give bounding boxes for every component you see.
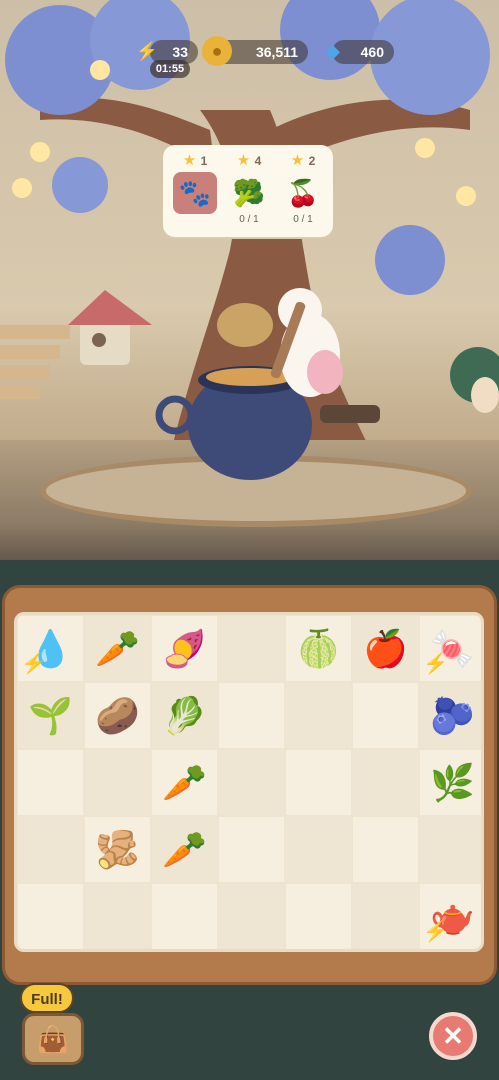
- storage-bag-button[interactable]: 👜: [22, 1013, 84, 1065]
- board-cell[interactable]: [151, 883, 218, 949]
- daikon-icon[interactable]: 🥬: [151, 682, 218, 749]
- parsnip-icon[interactable]: 🥕: [151, 749, 218, 816]
- star-icon: ★: [236, 152, 251, 169]
- sprout-bulb-icon[interactable]: 🌿: [419, 749, 481, 816]
- gem-icon[interactable]: ◆: [318, 36, 348, 66]
- board-cell[interactable]: [218, 883, 285, 949]
- order-progress: 0 / 1: [239, 214, 259, 225]
- carrot-icon[interactable]: 🥕: [151, 816, 218, 883]
- board-cell[interactable]: [352, 883, 419, 949]
- board-cell[interactable]: [218, 682, 285, 749]
- board-cell[interactable]: [84, 883, 151, 949]
- board-cell[interactable]: [285, 883, 352, 949]
- storage-full-badge: Full!: [20, 983, 74, 1013]
- star-icon: ★: [182, 152, 197, 169]
- board-cell[interactable]: [285, 749, 352, 816]
- star-icon: ★: [290, 152, 305, 169]
- potato-icon[interactable]: 🥔: [84, 682, 151, 749]
- order-stars: 2: [308, 154, 316, 168]
- bag-icon: 👜: [36, 1024, 70, 1054]
- board-cell[interactable]: [352, 816, 419, 883]
- lime-icon[interactable]: 🍈: [285, 615, 352, 682]
- coin-icon[interactable]: ●: [202, 36, 232, 66]
- board-cell[interactable]: [218, 615, 285, 682]
- energy-boost-icon: ⚡: [423, 921, 448, 943]
- parsnip-icon[interactable]: 🥕: [84, 615, 151, 682]
- order-bubble[interactable]: ★ 1 🐾 ★ 4 🥦 0 / 1 ★ 2 🍒 0 / 1: [163, 145, 333, 237]
- board-cell[interactable]: [17, 749, 84, 816]
- gem-value: 460: [360, 44, 384, 60]
- paw-print-plate-icon: 🐾: [173, 172, 217, 214]
- energy-boost-icon: ⚡: [423, 653, 448, 675]
- order-progress: 0 / 1: [293, 214, 313, 225]
- props-illustration: [0, 288, 499, 480]
- cherries-icon: 🍒: [286, 178, 320, 208]
- blueberry-icon[interactable]: 🫐: [419, 682, 481, 749]
- discard-button[interactable]: ✕: [429, 1012, 477, 1060]
- close-icon: ✕: [442, 1021, 464, 1051]
- order-slot-3[interactable]: ★ 2 🍒 0 / 1: [277, 151, 329, 231]
- energy-timer: 01:55: [150, 60, 190, 78]
- board-cell[interactable]: [218, 816, 285, 883]
- board-cell[interactable]: [419, 816, 481, 883]
- order-slot-2[interactable]: ★ 4 🥦 0 / 1: [223, 151, 275, 231]
- coin-value: 36,511: [255, 44, 298, 60]
- board-cell[interactable]: [285, 816, 352, 883]
- board-cell[interactable]: [218, 749, 285, 816]
- order-slot-1[interactable]: ★ 1 🐾: [169, 151, 221, 231]
- board-cell[interactable]: [352, 682, 419, 749]
- board-cell[interactable]: [352, 749, 419, 816]
- order-stars: 1: [200, 154, 208, 168]
- merge-board[interactable]: 💧 ⚡ 🥕 🍠 🍈 🍎 🍬 ⚡ 🌱 🥔 🥬 🫐 🥕 🌿 🫚 🥕 🫖 ⚡: [14, 612, 484, 952]
- seedling-icon[interactable]: 🌱: [17, 682, 84, 749]
- board-cell[interactable]: [17, 883, 84, 949]
- board-cell[interactable]: [84, 749, 151, 816]
- board-cell[interactable]: [17, 816, 84, 883]
- board-cell[interactable]: [285, 682, 352, 749]
- energy-boost-icon: ⚡: [21, 653, 46, 675]
- broccoli-icon: 🥦: [232, 178, 266, 208]
- ginger-icon[interactable]: 🫚: [84, 816, 151, 883]
- kitchen-scene: [0, 0, 499, 560]
- apple-icon[interactable]: 🍎: [352, 615, 419, 682]
- beet-icon[interactable]: 🍠: [151, 615, 218, 682]
- energy-value: 33: [172, 44, 188, 60]
- order-stars: 4: [254, 154, 262, 168]
